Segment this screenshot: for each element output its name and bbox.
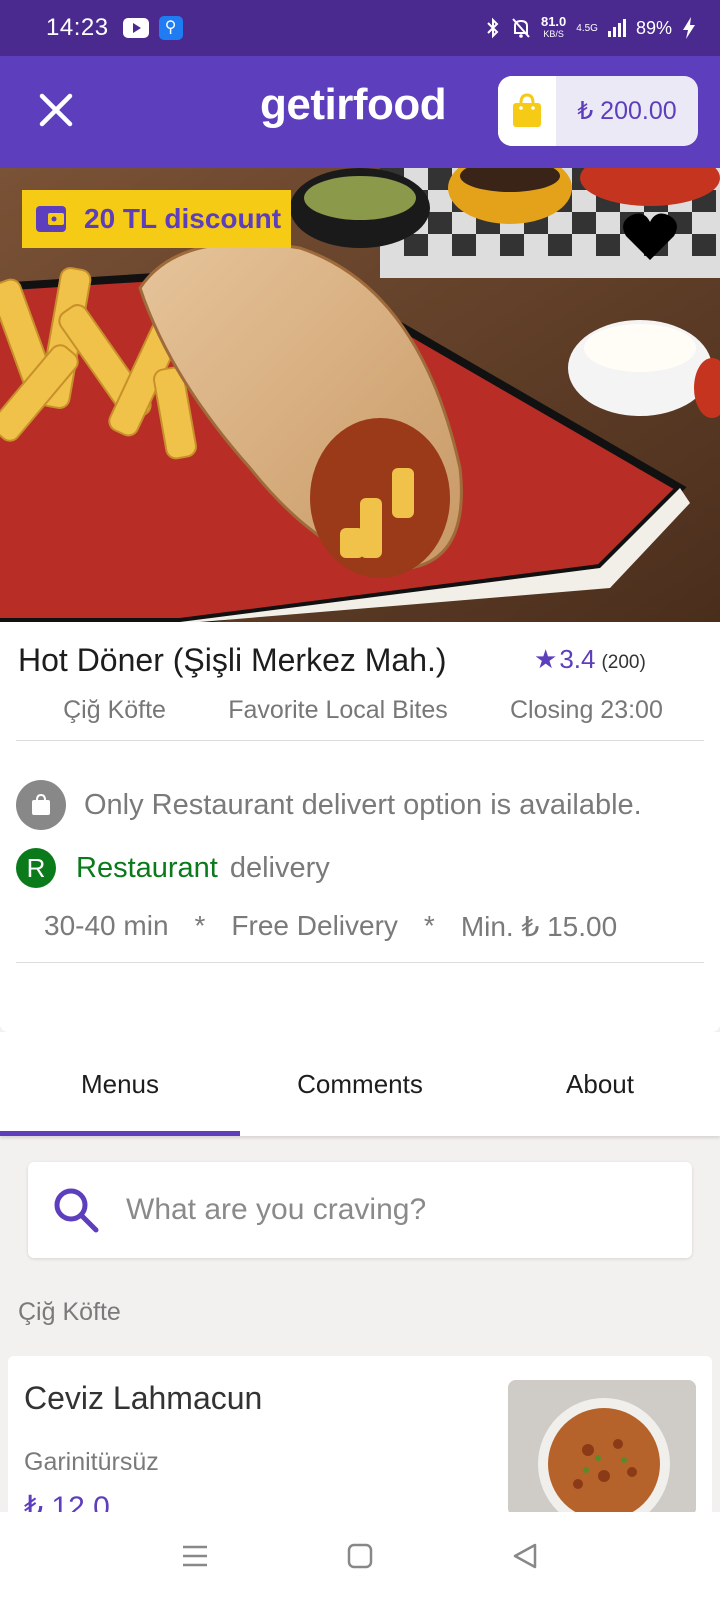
restaurant-meta: Çiğ Köfte Favorite Local Bites Closing 2…: [0, 696, 720, 725]
status-bar: 14:23 ⚲ 81.0 KB/S 4.5G 89%: [0, 0, 720, 56]
restaurant-info-card: Hot Döner (Şişli Merkez Mah.) ★ 3.4 (200…: [0, 622, 720, 1032]
delivery-notice-text: Only Restaurant delivert option is avail…: [84, 788, 642, 821]
divider: [16, 740, 704, 741]
delivery-fee: Free Delivery: [231, 910, 398, 941]
mute-bell-icon: [512, 18, 530, 38]
delivery-type-rest: delivery: [229, 851, 330, 884]
delivery-type: R Restaurant delivery: [16, 848, 330, 888]
bag-icon: [16, 780, 66, 830]
rating-count: (200): [601, 652, 646, 673]
youtube-notification-icon: [122, 18, 149, 38]
cart-amount: ₺ 200.00: [577, 97, 677, 125]
tab-comments[interactable]: Comments: [240, 1032, 480, 1136]
net-speed-unit: KB/S: [543, 29, 564, 39]
delivery-stats: 30-40 min * Free Delivery * Min. ₺ 15.00: [44, 910, 617, 943]
close-icon[interactable]: [34, 88, 78, 132]
delivery-notice: Only Restaurant delivert option is avail…: [16, 780, 642, 830]
menu-item-description: Garinitürsüz: [24, 1448, 159, 1476]
restaurant-rating[interactable]: ★ 3.4 (200): [534, 644, 646, 675]
battery-percent: 89%: [635, 17, 672, 38]
status-time: 14:23: [46, 14, 109, 41]
restaurant-name: Hot Döner (Şişli Merkez Mah.): [18, 642, 447, 678]
home-nav-icon[interactable]: [347, 1543, 373, 1569]
delivery-time: 30-40 min: [44, 910, 169, 941]
network-type: 4.5G: [576, 22, 598, 34]
app-bar: getirfood ₺ 200.00: [0, 56, 720, 168]
stats-separator: *: [423, 910, 435, 941]
brand-logo: getirfood: [260, 80, 447, 129]
delivery-type-highlight: Restaurant: [76, 851, 218, 884]
menu-search[interactable]: [28, 1162, 692, 1258]
net-speed-value: 81.0: [540, 14, 567, 29]
signal-icon: [607, 19, 626, 37]
restaurant-tag: Favorite Local Bites: [228, 696, 448, 724]
discount-label: 20 TL discount: [84, 203, 282, 234]
tab-about[interactable]: About: [480, 1032, 720, 1136]
menu-section-title: Çiğ Köfte: [18, 1298, 121, 1326]
restaurant-delivery-badge: R: [16, 848, 56, 888]
usb-notification-icon: ⚲: [158, 16, 183, 40]
discount-badge: 20 TL discount: [22, 190, 292, 248]
star-icon: ★: [534, 644, 558, 674]
menu-item-card[interactable]: Ceviz Lahmacun Garinitürsüz ₺ 12.0: [8, 1356, 712, 1516]
wallet-icon: [36, 206, 66, 232]
net-speed: 81.0 KB/S: [540, 14, 567, 40]
restaurant-tabs: Menus Comments About: [0, 1032, 720, 1136]
favorite-heart-icon[interactable]: [622, 212, 678, 262]
min-order: Min. ₺ 15.00: [460, 911, 618, 942]
divider: [16, 962, 704, 963]
tab-menus[interactable]: Menus: [0, 1032, 240, 1136]
bluetooth-icon: [487, 17, 499, 39]
shopping-bag-icon: [513, 93, 541, 127]
cart-icon-container: [498, 76, 556, 146]
restaurant-category: Çiğ Köfte: [63, 696, 166, 724]
menu-nav-icon[interactable]: [181, 1544, 209, 1568]
cart-button[interactable]: ₺ 200.00: [498, 76, 698, 146]
stats-separator: *: [194, 910, 206, 941]
search-icon: [54, 1188, 99, 1233]
system-nav-bar: [0, 1512, 720, 1600]
rating-value: 3.4: [559, 644, 596, 674]
charging-icon: [683, 17, 695, 39]
closing-time: Closing 23:00: [509, 696, 663, 724]
menu-item-name: Ceviz Lahmacun: [24, 1380, 263, 1416]
menu-item-image: [508, 1380, 696, 1516]
back-nav-icon[interactable]: [511, 1542, 539, 1570]
search-input[interactable]: [126, 1193, 646, 1227]
restaurant-hero-image: 20 TL discount: [0, 168, 720, 622]
